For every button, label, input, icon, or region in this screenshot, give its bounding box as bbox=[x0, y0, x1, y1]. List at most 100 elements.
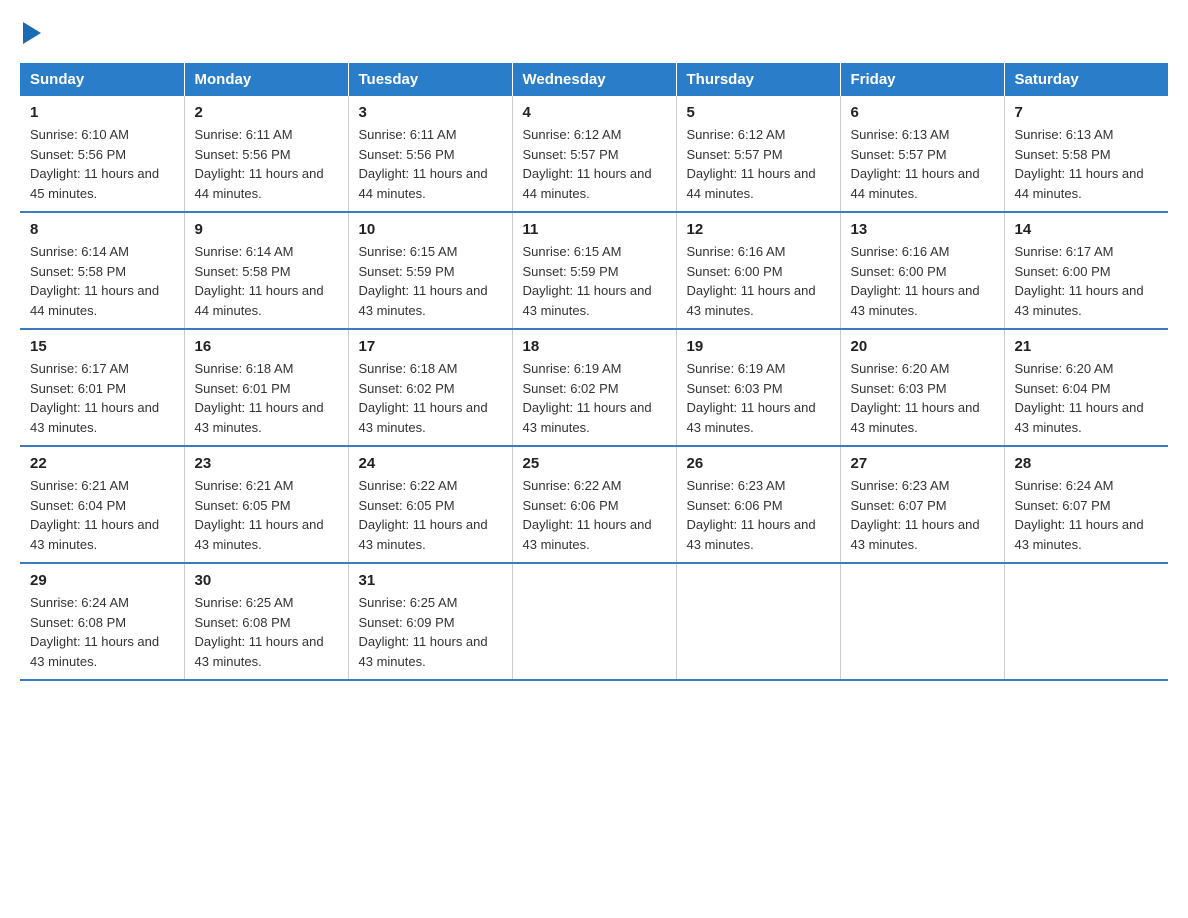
calendar-cell: 1 Sunrise: 6:10 AMSunset: 5:56 PMDayligh… bbox=[20, 96, 184, 212]
day-info: Sunrise: 6:12 AMSunset: 5:57 PMDaylight:… bbox=[523, 127, 652, 201]
weekday-header-friday: Friday bbox=[840, 63, 1004, 96]
calendar-cell: 17 Sunrise: 6:18 AMSunset: 6:02 PMDaylig… bbox=[348, 329, 512, 446]
weekday-header-thursday: Thursday bbox=[676, 63, 840, 96]
calendar-cell: 29 Sunrise: 6:24 AMSunset: 6:08 PMDaylig… bbox=[20, 563, 184, 680]
day-info: Sunrise: 6:16 AMSunset: 6:00 PMDaylight:… bbox=[687, 244, 816, 318]
day-number: 23 bbox=[195, 455, 338, 472]
calendar-cell: 18 Sunrise: 6:19 AMSunset: 6:02 PMDaylig… bbox=[512, 329, 676, 446]
calendar-cell: 9 Sunrise: 6:14 AMSunset: 5:58 PMDayligh… bbox=[184, 212, 348, 329]
day-number: 28 bbox=[1015, 455, 1159, 472]
weekday-header-monday: Monday bbox=[184, 63, 348, 96]
calendar-cell: 4 Sunrise: 6:12 AMSunset: 5:57 PMDayligh… bbox=[512, 96, 676, 212]
day-info: Sunrise: 6:18 AMSunset: 6:02 PMDaylight:… bbox=[359, 361, 488, 435]
calendar-cell: 6 Sunrise: 6:13 AMSunset: 5:57 PMDayligh… bbox=[840, 96, 1004, 212]
day-number: 17 bbox=[359, 338, 502, 355]
day-info: Sunrise: 6:25 AMSunset: 6:09 PMDaylight:… bbox=[359, 595, 488, 669]
day-number: 3 bbox=[359, 104, 502, 121]
calendar-week-row: 1 Sunrise: 6:10 AMSunset: 5:56 PMDayligh… bbox=[20, 96, 1168, 212]
day-number: 2 bbox=[195, 104, 338, 121]
day-number: 14 bbox=[1015, 221, 1159, 238]
day-number: 8 bbox=[30, 221, 174, 238]
calendar-cell bbox=[840, 563, 1004, 680]
calendar-week-row: 29 Sunrise: 6:24 AMSunset: 6:08 PMDaylig… bbox=[20, 563, 1168, 680]
day-number: 5 bbox=[687, 104, 830, 121]
day-info: Sunrise: 6:12 AMSunset: 5:57 PMDaylight:… bbox=[687, 127, 816, 201]
day-number: 9 bbox=[195, 221, 338, 238]
day-number: 15 bbox=[30, 338, 174, 355]
day-number: 13 bbox=[851, 221, 994, 238]
day-info: Sunrise: 6:16 AMSunset: 6:00 PMDaylight:… bbox=[851, 244, 980, 318]
day-info: Sunrise: 6:11 AMSunset: 5:56 PMDaylight:… bbox=[195, 127, 324, 201]
day-number: 22 bbox=[30, 455, 174, 472]
calendar-cell: 20 Sunrise: 6:20 AMSunset: 6:03 PMDaylig… bbox=[840, 329, 1004, 446]
weekday-header-row: SundayMondayTuesdayWednesdayThursdayFrid… bbox=[20, 63, 1168, 96]
day-info: Sunrise: 6:24 AMSunset: 6:08 PMDaylight:… bbox=[30, 595, 159, 669]
day-number: 11 bbox=[523, 221, 666, 238]
day-info: Sunrise: 6:22 AMSunset: 6:05 PMDaylight:… bbox=[359, 478, 488, 552]
day-info: Sunrise: 6:23 AMSunset: 6:07 PMDaylight:… bbox=[851, 478, 980, 552]
day-info: Sunrise: 6:20 AMSunset: 6:03 PMDaylight:… bbox=[851, 361, 980, 435]
day-number: 24 bbox=[359, 455, 502, 472]
day-info: Sunrise: 6:15 AMSunset: 5:59 PMDaylight:… bbox=[359, 244, 488, 318]
day-info: Sunrise: 6:14 AMSunset: 5:58 PMDaylight:… bbox=[195, 244, 324, 318]
day-number: 26 bbox=[687, 455, 830, 472]
calendar-cell: 10 Sunrise: 6:15 AMSunset: 5:59 PMDaylig… bbox=[348, 212, 512, 329]
day-number: 16 bbox=[195, 338, 338, 355]
day-number: 18 bbox=[523, 338, 666, 355]
day-info: Sunrise: 6:18 AMSunset: 6:01 PMDaylight:… bbox=[195, 361, 324, 435]
day-info: Sunrise: 6:17 AMSunset: 6:01 PMDaylight:… bbox=[30, 361, 159, 435]
day-number: 29 bbox=[30, 572, 174, 589]
day-info: Sunrise: 6:21 AMSunset: 6:05 PMDaylight:… bbox=[195, 478, 324, 552]
day-info: Sunrise: 6:25 AMSunset: 6:08 PMDaylight:… bbox=[195, 595, 324, 669]
calendar-cell: 7 Sunrise: 6:13 AMSunset: 5:58 PMDayligh… bbox=[1004, 96, 1168, 212]
day-info: Sunrise: 6:20 AMSunset: 6:04 PMDaylight:… bbox=[1015, 361, 1144, 435]
calendar-cell bbox=[1004, 563, 1168, 680]
weekday-header-wednesday: Wednesday bbox=[512, 63, 676, 96]
day-info: Sunrise: 6:24 AMSunset: 6:07 PMDaylight:… bbox=[1015, 478, 1144, 552]
day-number: 25 bbox=[523, 455, 666, 472]
day-number: 7 bbox=[1015, 104, 1159, 121]
calendar-cell: 28 Sunrise: 6:24 AMSunset: 6:07 PMDaylig… bbox=[1004, 446, 1168, 563]
day-info: Sunrise: 6:15 AMSunset: 5:59 PMDaylight:… bbox=[523, 244, 652, 318]
calendar-cell bbox=[512, 563, 676, 680]
calendar-cell: 21 Sunrise: 6:20 AMSunset: 6:04 PMDaylig… bbox=[1004, 329, 1168, 446]
weekday-header-saturday: Saturday bbox=[1004, 63, 1168, 96]
day-number: 27 bbox=[851, 455, 994, 472]
calendar-cell: 11 Sunrise: 6:15 AMSunset: 5:59 PMDaylig… bbox=[512, 212, 676, 329]
calendar-cell: 2 Sunrise: 6:11 AMSunset: 5:56 PMDayligh… bbox=[184, 96, 348, 212]
calendar-cell: 31 Sunrise: 6:25 AMSunset: 6:09 PMDaylig… bbox=[348, 563, 512, 680]
day-info: Sunrise: 6:21 AMSunset: 6:04 PMDaylight:… bbox=[30, 478, 159, 552]
calendar-cell: 12 Sunrise: 6:16 AMSunset: 6:00 PMDaylig… bbox=[676, 212, 840, 329]
day-info: Sunrise: 6:17 AMSunset: 6:00 PMDaylight:… bbox=[1015, 244, 1144, 318]
day-info: Sunrise: 6:10 AMSunset: 5:56 PMDaylight:… bbox=[30, 127, 159, 201]
calendar-cell bbox=[676, 563, 840, 680]
day-number: 21 bbox=[1015, 338, 1159, 355]
day-number: 4 bbox=[523, 104, 666, 121]
calendar-cell: 13 Sunrise: 6:16 AMSunset: 6:00 PMDaylig… bbox=[840, 212, 1004, 329]
day-info: Sunrise: 6:13 AMSunset: 5:57 PMDaylight:… bbox=[851, 127, 980, 201]
day-number: 6 bbox=[851, 104, 994, 121]
calendar-cell: 23 Sunrise: 6:21 AMSunset: 6:05 PMDaylig… bbox=[184, 446, 348, 563]
day-info: Sunrise: 6:19 AMSunset: 6:02 PMDaylight:… bbox=[523, 361, 652, 435]
day-number: 10 bbox=[359, 221, 502, 238]
calendar-cell: 26 Sunrise: 6:23 AMSunset: 6:06 PMDaylig… bbox=[676, 446, 840, 563]
calendar-cell: 15 Sunrise: 6:17 AMSunset: 6:01 PMDaylig… bbox=[20, 329, 184, 446]
calendar-week-row: 8 Sunrise: 6:14 AMSunset: 5:58 PMDayligh… bbox=[20, 212, 1168, 329]
weekday-header-tuesday: Tuesday bbox=[348, 63, 512, 96]
calendar-week-row: 15 Sunrise: 6:17 AMSunset: 6:01 PMDaylig… bbox=[20, 329, 1168, 446]
calendar-cell: 24 Sunrise: 6:22 AMSunset: 6:05 PMDaylig… bbox=[348, 446, 512, 563]
day-info: Sunrise: 6:19 AMSunset: 6:03 PMDaylight:… bbox=[687, 361, 816, 435]
logo bbox=[20, 20, 41, 45]
day-info: Sunrise: 6:14 AMSunset: 5:58 PMDaylight:… bbox=[30, 244, 159, 318]
calendar-cell: 22 Sunrise: 6:21 AMSunset: 6:04 PMDaylig… bbox=[20, 446, 184, 563]
logo-arrow-icon bbox=[23, 22, 41, 49]
day-number: 1 bbox=[30, 104, 174, 121]
calendar-cell: 8 Sunrise: 6:14 AMSunset: 5:58 PMDayligh… bbox=[20, 212, 184, 329]
calendar-cell: 27 Sunrise: 6:23 AMSunset: 6:07 PMDaylig… bbox=[840, 446, 1004, 563]
weekday-header-sunday: Sunday bbox=[20, 63, 184, 96]
day-info: Sunrise: 6:13 AMSunset: 5:58 PMDaylight:… bbox=[1015, 127, 1144, 201]
day-info: Sunrise: 6:23 AMSunset: 6:06 PMDaylight:… bbox=[687, 478, 816, 552]
calendar-cell: 19 Sunrise: 6:19 AMSunset: 6:03 PMDaylig… bbox=[676, 329, 840, 446]
calendar-cell: 25 Sunrise: 6:22 AMSunset: 6:06 PMDaylig… bbox=[512, 446, 676, 563]
calendar-week-row: 22 Sunrise: 6:21 AMSunset: 6:04 PMDaylig… bbox=[20, 446, 1168, 563]
